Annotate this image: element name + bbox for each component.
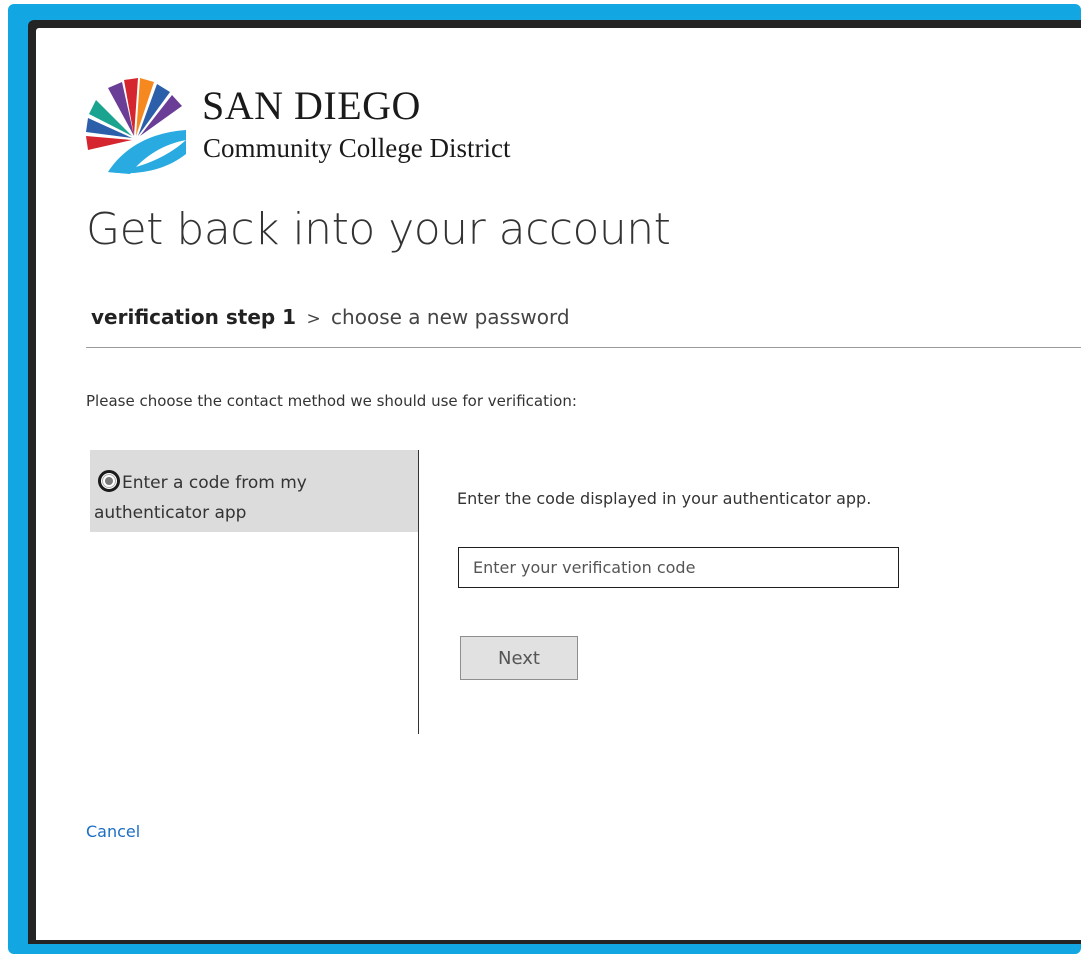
method-label: Enter a code from my authenticator app bbox=[94, 473, 307, 523]
verification-prompt: Enter the code displayed in your authent… bbox=[457, 489, 872, 508]
cancel-link[interactable]: Cancel bbox=[86, 820, 140, 844]
panel-divider bbox=[418, 450, 419, 734]
breadcrumb: verification step 1 > choose a new passw… bbox=[91, 303, 570, 333]
brand-subtitle: Community College District bbox=[203, 133, 511, 163]
next-button[interactable]: Next bbox=[460, 636, 578, 680]
contact-method-list: Enter a code from my authenticator app bbox=[90, 450, 418, 532]
header-divider bbox=[86, 347, 1081, 348]
verification-code-input[interactable] bbox=[458, 547, 899, 588]
breadcrumb-current-step: verification step 1 bbox=[91, 305, 297, 329]
method-authenticator-app[interactable]: Enter a code from my authenticator app bbox=[90, 450, 418, 532]
breadcrumb-separator: > bbox=[306, 309, 321, 329]
breadcrumb-next-step: choose a new password bbox=[331, 305, 570, 329]
sdccd-logo-icon bbox=[86, 78, 186, 174]
page-title: Get back into your account bbox=[86, 204, 671, 255]
radio-selected-icon[interactable] bbox=[98, 470, 120, 492]
logo-ray-red-left bbox=[86, 136, 132, 150]
brand-name: SAN DIEGO bbox=[202, 83, 421, 128]
contact-method-instructions: Please choose the contact method we shou… bbox=[86, 392, 577, 410]
